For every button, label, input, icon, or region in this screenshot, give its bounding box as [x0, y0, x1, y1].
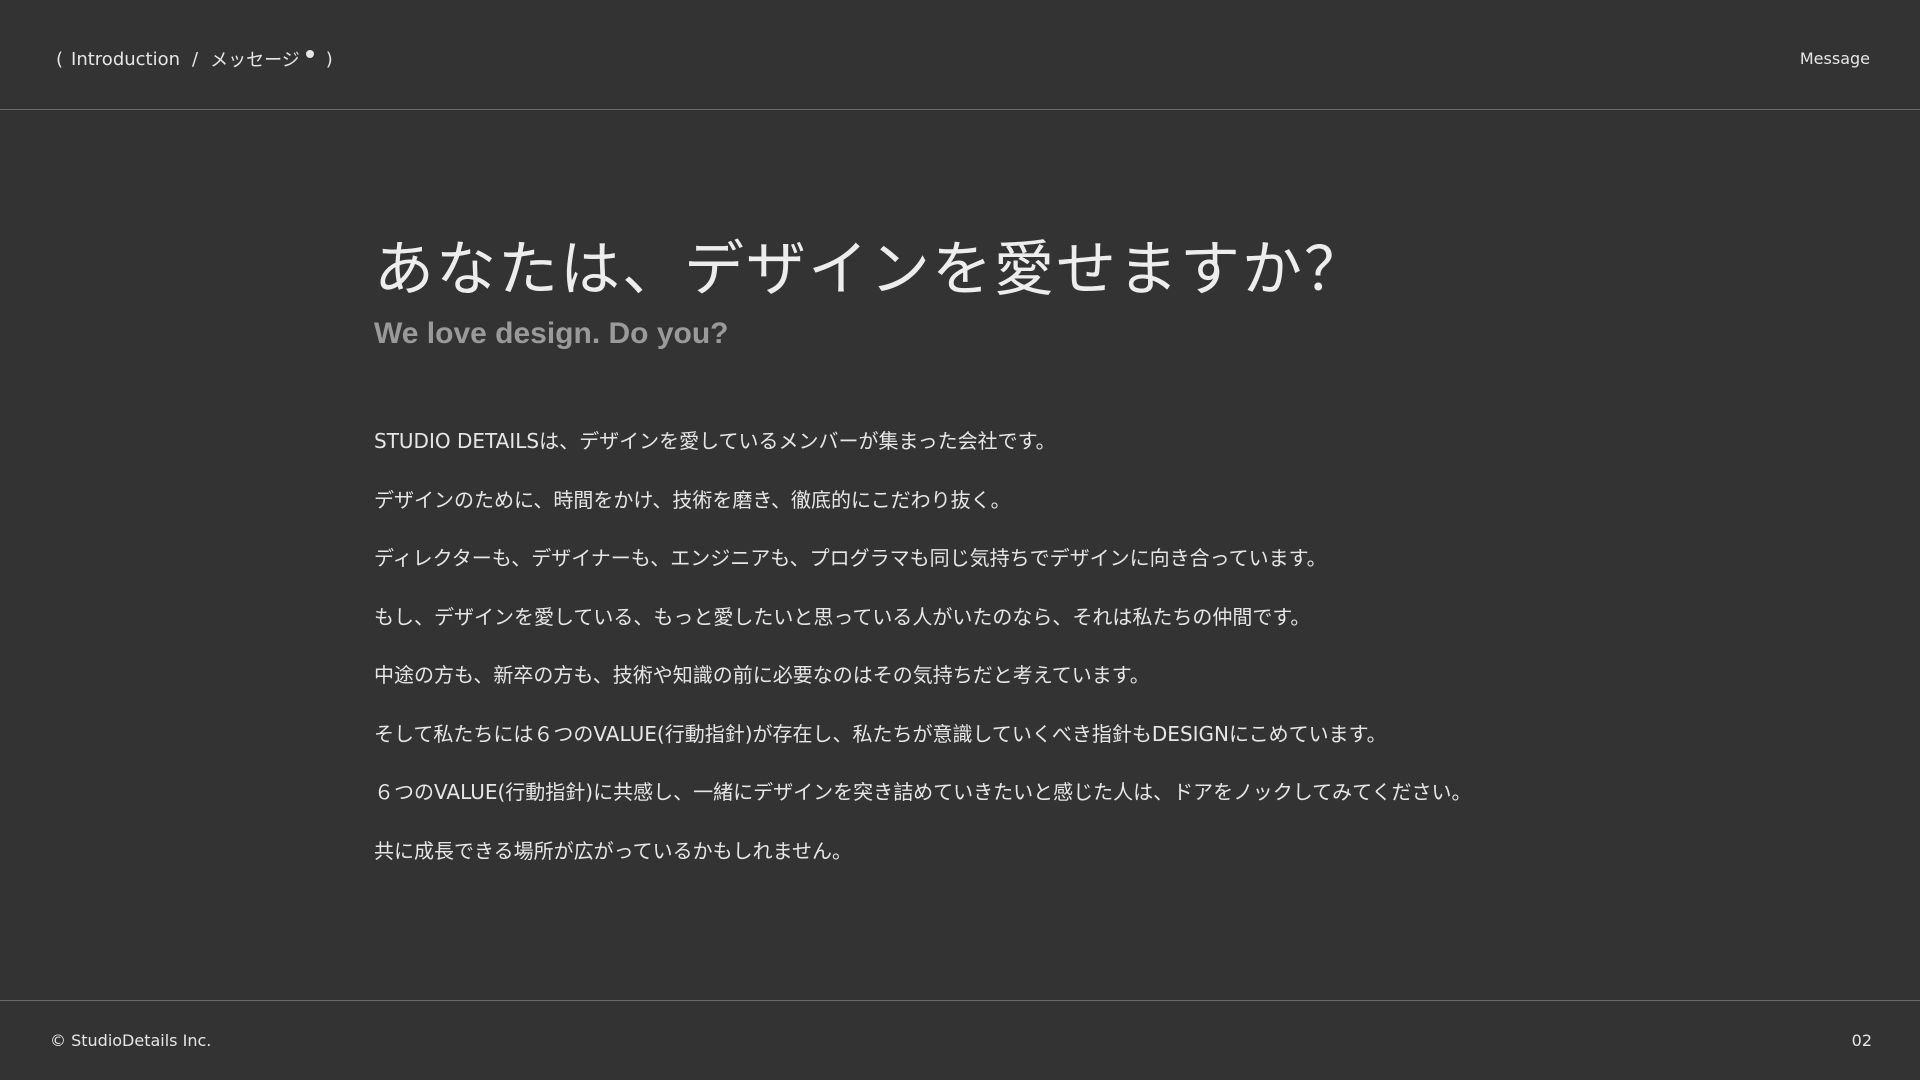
- breadcrumb-item-message: メッセージ: [210, 50, 300, 71]
- breadcrumb-separator: /: [192, 48, 199, 70]
- paragraph: もし、デザインを愛している、もっと愛したいと思っている人がいたのなら、それは私た…: [374, 604, 1311, 629]
- message-body: STUDIO DETAILSは、デザインを愛しているメンバーが集まった会社です。…: [374, 412, 1574, 880]
- page-title: あなたは、デザインを愛せますか？: [374, 235, 1366, 305]
- page-subtitle: We love design. Do you?: [374, 317, 729, 350]
- paragraph: STUDIO DETAILSは、デザインを愛しているメンバーが集まった会社です。: [374, 429, 1056, 453]
- section-label: Message: [1799, 49, 1870, 68]
- dot-icon: [305, 50, 314, 58]
- breadcrumb-open-paren: (: [56, 48, 64, 70]
- breadcrumb: ( Introduction / メッセージ ): [48, 46, 341, 72]
- paragraph: 中途の方も、新卒の方も、技術や知識の前に必要なのはその気持ちだと考えています。: [374, 663, 1150, 687]
- page-number: 02: [1851, 1031, 1872, 1050]
- paragraph: そして私たちには６つのVALUE(行動指針)が存在し、私たちが意識していくべき指…: [374, 721, 1387, 746]
- header: ( Introduction / メッセージ ) Message: [0, 0, 1920, 110]
- paragraph: ディレクターも、デザイナーも、エンジニアも、プログラマも同じ気持ちでデザインに向…: [374, 546, 1327, 570]
- footer: © StudioDetails Inc. 02: [0, 1000, 1920, 1080]
- paragraph: デザインのために、時間をかけ、技術を磨き、徹底的にこだわり抜く。: [374, 487, 1011, 512]
- paragraph: 共に成長できる場所が広がっているかもしれません。: [374, 838, 852, 863]
- breadcrumb-item-introduction[interactable]: Introduction: [71, 49, 180, 70]
- main-content: あなたは、デザインを愛せますか？ We love design. Do you?…: [374, 228, 1574, 880]
- breadcrumb-close-paren: ): [325, 48, 333, 70]
- copyright-text: © StudioDetails Inc.: [50, 1031, 212, 1050]
- paragraph: ６つのVALUE(行動指針)に共感し、一緒にデザインを突き詰めていきたいと感じた…: [374, 780, 1472, 804]
